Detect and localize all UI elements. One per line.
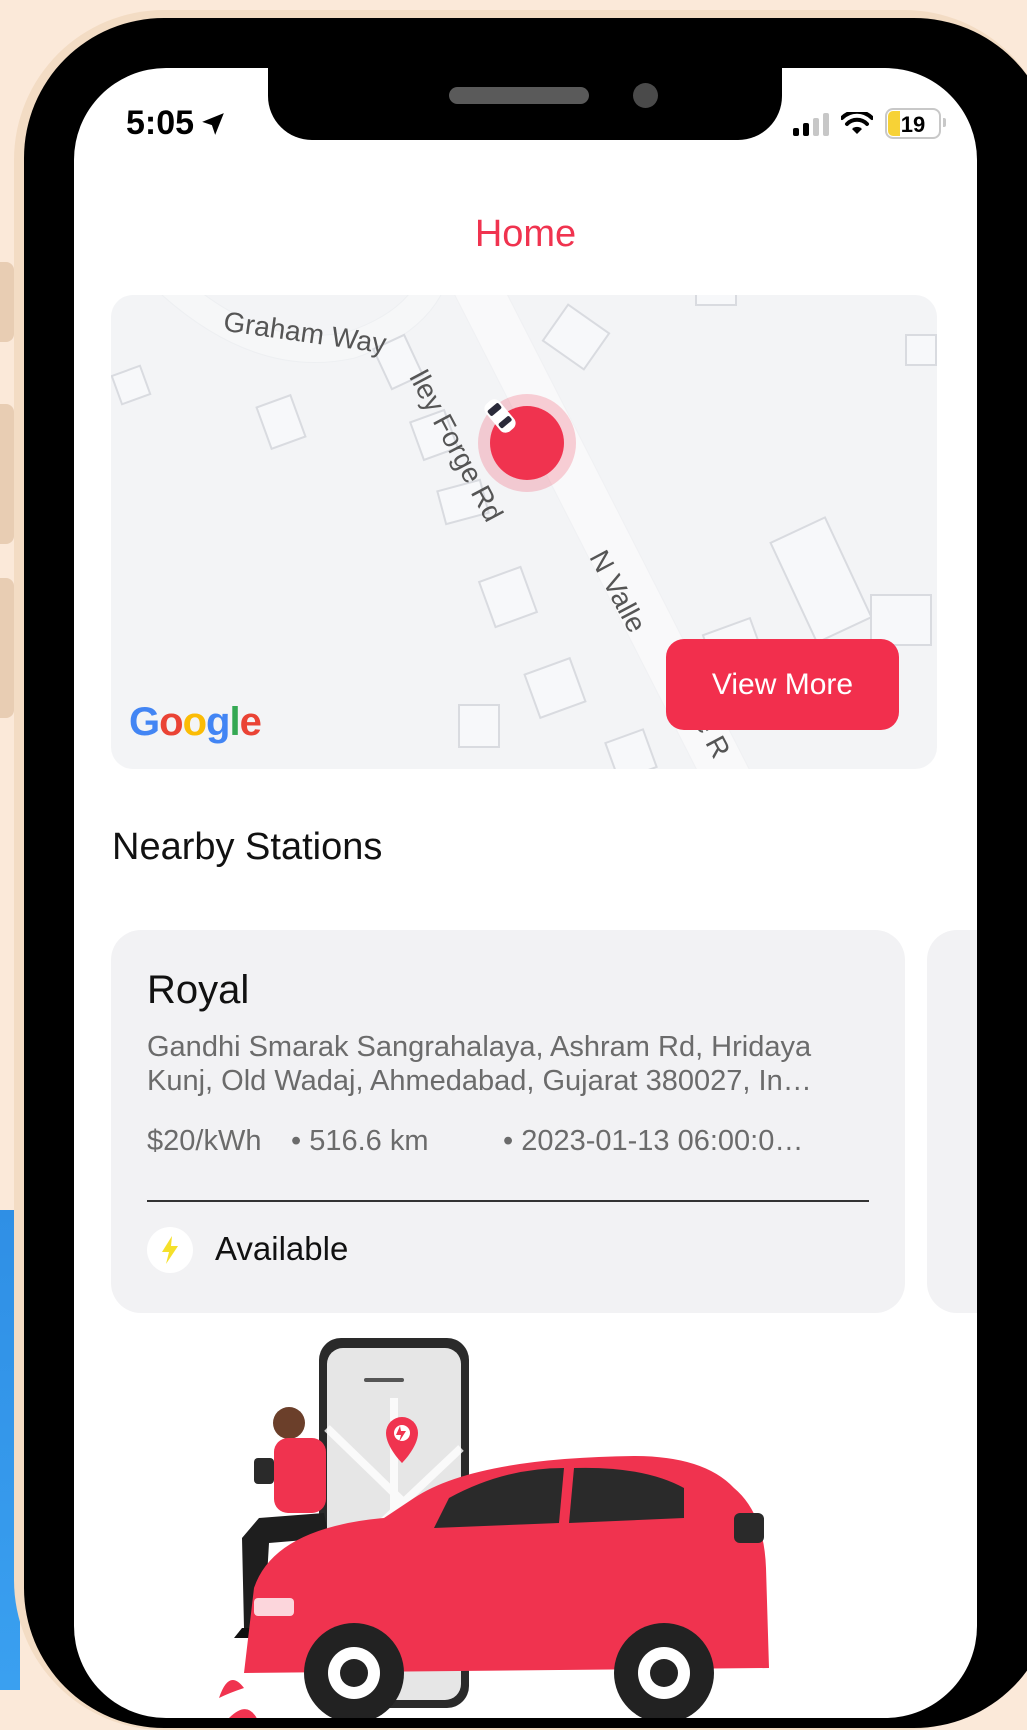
vehicle-marker[interactable] bbox=[478, 394, 576, 492]
device-side-button bbox=[0, 262, 14, 342]
section-title: Nearby Stations bbox=[112, 826, 383, 868]
ev-charging-illustration bbox=[219, 1338, 769, 1718]
app-screen: 5:05 19 Home Graham Way lley Forge Rd N … bbox=[74, 68, 977, 1718]
lightning-bolt-icon bbox=[162, 1236, 178, 1264]
page-title: Home bbox=[474, 213, 577, 255]
battery-level: 19 bbox=[900, 112, 926, 137]
station-address: Gandhi Smarak Sangrahalaya, Ashram Rd, H… bbox=[147, 1031, 812, 1097]
device-speaker bbox=[449, 87, 589, 104]
device-notch bbox=[268, 68, 782, 140]
cellular-signal-icon bbox=[793, 112, 829, 136]
google-logo: Google bbox=[129, 700, 262, 744]
device-camera bbox=[633, 83, 658, 108]
status-indicators: 19 bbox=[793, 108, 946, 139]
device-side-button bbox=[0, 578, 14, 718]
card-divider bbox=[147, 1200, 869, 1202]
wifi-icon bbox=[841, 111, 873, 134]
map-view[interactable]: Graham Way lley Forge Rd N Valle e R Goo… bbox=[111, 295, 937, 769]
device-side-button bbox=[0, 404, 14, 544]
station-price: $20/kWh bbox=[147, 1125, 262, 1157]
view-more-button[interactable]: View More bbox=[666, 639, 899, 730]
battery-icon: 19 bbox=[885, 108, 946, 139]
station-status: Available bbox=[215, 1230, 349, 1267]
car-icon bbox=[484, 399, 516, 433]
next-station-card[interactable] bbox=[927, 930, 977, 1313]
station-name: Royal bbox=[147, 968, 250, 1012]
station-datetime: • 2023-01-13 06:00:0… bbox=[503, 1125, 804, 1157]
station-card[interactable]: Royal Gandhi Smarak Sangrahalaya, Ashram… bbox=[111, 930, 905, 1313]
station-distance: • 516.6 km bbox=[291, 1125, 429, 1157]
status-time: 5:05 bbox=[126, 104, 226, 143]
location-arrow-icon bbox=[202, 112, 224, 135]
availability-indicator bbox=[147, 1227, 193, 1273]
